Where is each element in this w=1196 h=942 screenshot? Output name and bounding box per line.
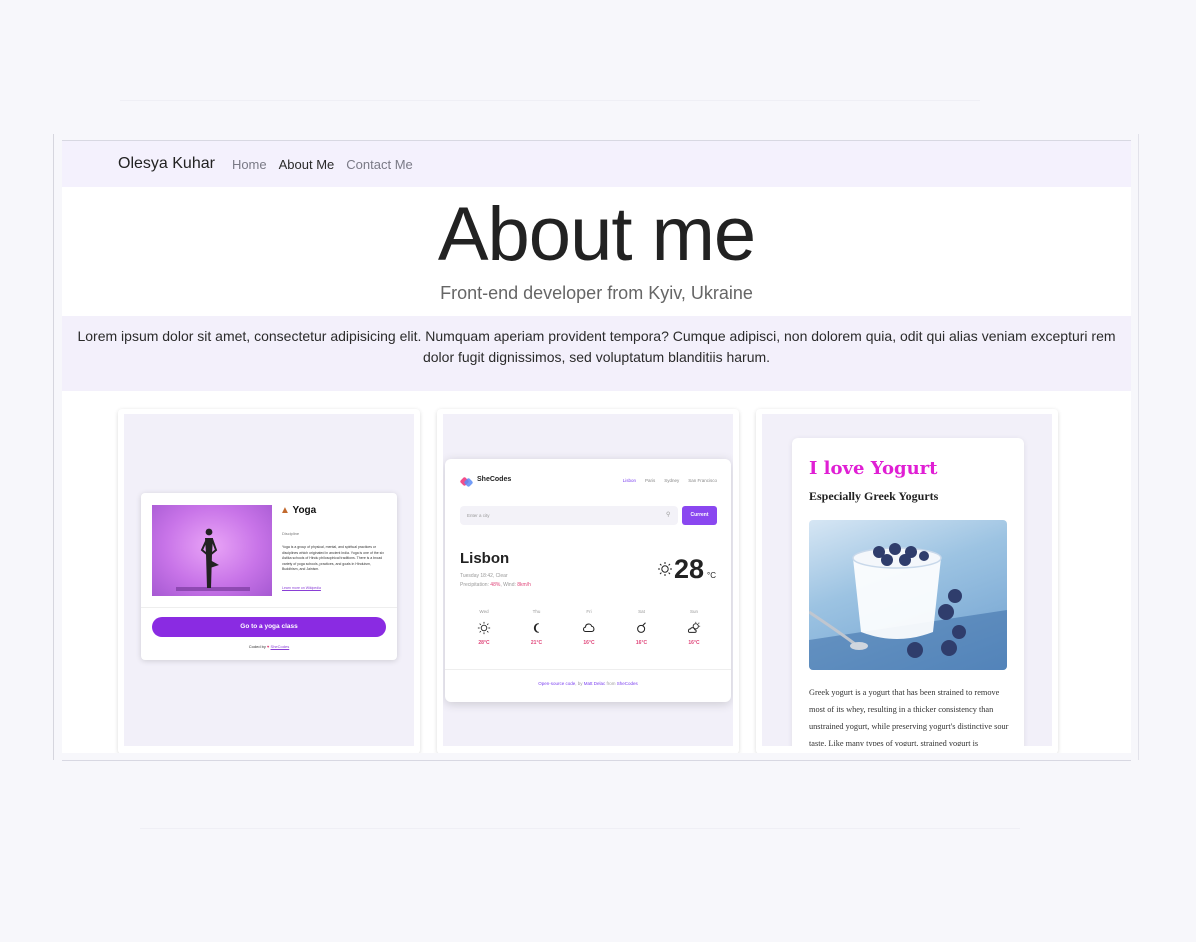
forecast-day-name: Sun — [689, 609, 698, 614]
yoga-emoji-icon: ▲ — [280, 505, 290, 516]
navbar: Olesya Kuhar Home About Me Contact Me — [62, 141, 1131, 187]
divider — [141, 607, 397, 608]
current-location-button[interactable]: Current — [682, 506, 717, 525]
footer-by-text: , by — [575, 681, 583, 686]
weather-app: SheCodes Lisbon Paris Sydney San Francis… — [445, 459, 731, 702]
temperature-unit[interactable]: °C — [707, 571, 716, 580]
shecodes-link[interactable]: SheCodes — [271, 644, 290, 649]
yoga-photo — [152, 505, 272, 596]
wind-label: , Wind: — [500, 582, 516, 588]
yoga-title: ▲ Yoga — [280, 505, 316, 516]
current-temperature: 28 — [674, 554, 705, 584]
nav-link-home[interactable]: Home — [232, 157, 267, 172]
precip-label: Precipitation: — [460, 582, 489, 588]
moon-icon — [533, 623, 539, 633]
city-search-input[interactable]: Enter a city — [460, 506, 678, 525]
weather-footer: Open-source code, by Matt Delac from She… — [445, 681, 731, 686]
forecast: Wed 28°C Thu 21°C Fri 16°C Sat 16°C Sun … — [459, 609, 719, 646]
sun-icon — [477, 621, 491, 635]
heart-icon: ♥ — [267, 644, 270, 649]
intro-text: Lorem ipsum dolor sit amet, consectetur … — [62, 316, 1131, 391]
weather-city-links: Lisbon Paris Sydney San Francisco — [623, 478, 717, 483]
forecast-temp: 16°C — [635, 640, 648, 646]
background-line — [120, 100, 980, 101]
page: Olesya Kuhar Home About Me Contact Me Ab… — [62, 141, 1131, 753]
city-link-lisbon[interactable]: Lisbon — [623, 478, 636, 483]
forecast-day: Thu 21°C — [512, 609, 562, 646]
cloud-icon — [583, 623, 595, 633]
project-card-yoga[interactable]: ▲ Yoga Discipline Yoga is a group of phy… — [118, 409, 420, 753]
yoga-wikipedia-link[interactable]: Learn more on Wikipedia — [282, 586, 321, 590]
brand-link[interactable]: Olesya Kuhar — [118, 155, 215, 173]
weather-logo: SheCodes — [477, 476, 512, 483]
divider — [445, 669, 731, 670]
yogurt-title: I love Yogurt — [809, 458, 938, 479]
yoga-class-button[interactable]: Go to a yoga class — [152, 617, 386, 637]
shecodes-logo-icon — [460, 477, 473, 487]
project-card-weather[interactable]: SheCodes Lisbon Paris Sydney San Francis… — [437, 409, 739, 753]
partly-sunny-icon — [687, 621, 701, 633]
wind-value: 8km/h — [517, 582, 531, 588]
yoga-figure-icon — [176, 528, 250, 591]
forecast-day-name: Wed — [479, 609, 489, 614]
forecast-day-name: Fri — [586, 609, 592, 614]
forecast-day: Fri 16°C — [564, 609, 614, 646]
yogurt-bowl-icon — [809, 543, 1007, 670]
forecast-day: Sat 16°C — [617, 609, 667, 646]
forecast-day-name: Sat — [638, 609, 645, 614]
forecast-temp: 16°C — [688, 640, 700, 646]
project-card-yogurt[interactable]: I love Yogurt Especially Greek Yogurts G… — [756, 409, 1058, 753]
forecast-temp: 21°C — [530, 640, 543, 646]
rain-icon — [636, 622, 646, 633]
yoga-box: ▲ Yoga Discipline Yoga is a group of phy… — [141, 493, 397, 660]
city-link-paris[interactable]: Paris — [645, 478, 655, 483]
yoga-subtitle: Discipline — [282, 531, 300, 536]
footer-from-text: from — [606, 681, 616, 686]
forecast-day: Wed 28°C — [459, 609, 509, 646]
weather-screenshot: SheCodes Lisbon Paris Sydney San Francis… — [443, 414, 733, 746]
yogurt-photo — [809, 520, 1007, 670]
org-link[interactable]: SheCodes — [617, 681, 638, 686]
coded-by-text: Coded by — [248, 644, 266, 649]
page-subtitle: Front-end developer from Kyiv, Ukraine — [440, 283, 753, 303]
sun-icon — [658, 562, 672, 576]
yoga-title-text: Yoga — [292, 505, 317, 516]
yogurt-text: Greek yogurt is a yogurt that has been s… — [809, 688, 1009, 746]
forecast-day-name: Thu — [532, 609, 541, 614]
yoga-screenshot: ▲ Yoga Discipline Yoga is a group of phy… — [124, 414, 414, 746]
nav-link-about[interactable]: About Me — [279, 157, 335, 172]
author-link[interactable]: Matt Delac — [584, 681, 606, 686]
project-cards: ▲ Yoga Discipline Yoga is a group of phy… — [118, 409, 1058, 753]
frame-bottom-border — [62, 760, 1131, 761]
forecast-temp: 16°C — [583, 640, 595, 646]
city-link-san-francisco[interactable]: San Francisco — [688, 478, 717, 483]
yoga-coded-by: Coded by ♥ SheCodes — [141, 644, 397, 649]
city-link-sydney[interactable]: Sydney — [664, 478, 679, 483]
open-source-link[interactable]: Open-source code — [538, 681, 575, 686]
forecast-temp: 28°C — [478, 640, 490, 646]
weather-city: Lisbon — [460, 550, 510, 567]
yogurt-page: I love Yogurt Especially Greek Yogurts G… — [792, 438, 1024, 746]
background-line — [140, 828, 1020, 829]
page-title: About me — [437, 192, 756, 277]
nav-link-contact[interactable]: Contact Me — [346, 157, 412, 172]
yogurt-subtitle: Especially Greek Yogurts — [809, 489, 939, 503]
forecast-day: Sun 16°C — [669, 609, 719, 646]
hero: About me Front-end developer from Kyiv, … — [62, 187, 1131, 316]
yogurt-screenshot: I love Yogurt Especially Greek Yogurts G… — [762, 414, 1052, 746]
precip-value: 48% — [490, 582, 501, 588]
weather-datetime: Tuesday 18:42, Clear — [460, 573, 508, 579]
yoga-description: Yoga is a group of physical, mental, and… — [282, 545, 384, 572]
weather-details: Precipitation: 48%, Wind: 8km/h — [460, 582, 531, 588]
